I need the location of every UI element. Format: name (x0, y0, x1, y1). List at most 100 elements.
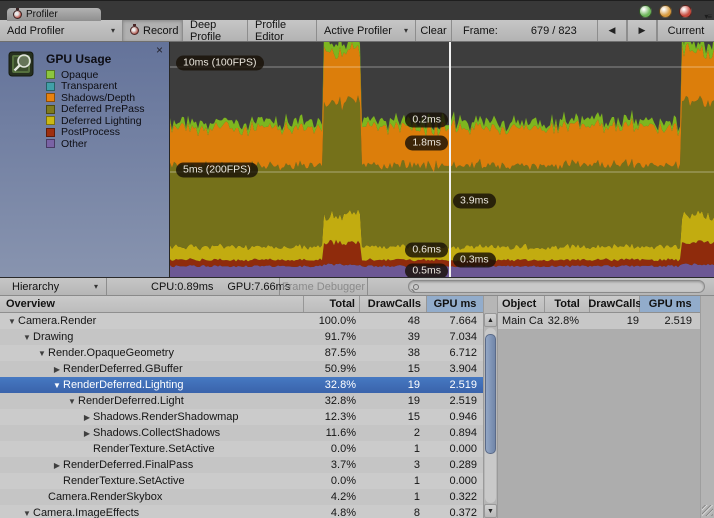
table-row[interactable]: RenderTexture.SetActive0.0%10.000 (0, 473, 483, 489)
row-drawcalls: 3 (360, 459, 427, 471)
row-drawcalls: 2 (360, 427, 427, 439)
object-row[interactable]: Main Ca32.8%192.519 (498, 313, 700, 329)
row-drawcalls: 1 (360, 491, 427, 503)
red-dot[interactable] (679, 5, 692, 18)
row-gpums: 2.519 (427, 395, 483, 407)
active-profiler-dropdown[interactable]: Active Profiler ▾ (317, 20, 416, 41)
clear-button[interactable]: Clear (416, 20, 452, 41)
hierarchy-mode-dropdown[interactable]: Hierarchy ▾ (0, 278, 107, 295)
row-gpums: 6.712 (427, 347, 483, 359)
scrollbar-thumb[interactable] (485, 334, 496, 454)
scroll-down-icon[interactable]: ▼ (484, 504, 497, 518)
expand-arrow-icon[interactable]: ▼ (21, 509, 33, 518)
profiler-window: Profiler ▾≡ Add Profiler ▾ Record Deep P… (0, 0, 714, 518)
column-header-object[interactable]: Object (498, 296, 545, 312)
table-row[interactable]: ▼RenderDeferred.Light32.8%192.519 (0, 393, 483, 409)
overview-table-header: Overview Total DrawCalls GPU ms (0, 296, 483, 313)
expand-arrow-icon[interactable]: ▶ (51, 461, 63, 470)
cpu-time: CPU:0.89ms (151, 281, 213, 293)
orange-dot[interactable] (659, 5, 672, 18)
legend-label: Other (61, 138, 87, 150)
window-menu-icon[interactable]: ▾≡ (704, 12, 711, 21)
row-drawcalls: 19 (360, 379, 427, 391)
legend-swatch[interactable] (46, 105, 55, 114)
frame-debugger-button[interactable]: Frame Debugger (280, 278, 368, 295)
object-drawcalls: 19 (591, 315, 641, 327)
legend-item[interactable]: Deferred PrePass (46, 104, 144, 116)
table-row[interactable]: ▶Shadows.CollectShadows11.6%20.894 (0, 425, 483, 441)
row-gpums: 0.000 (427, 475, 483, 487)
column-header-overview[interactable]: Overview (0, 296, 304, 312)
vertical-scrollbar[interactable]: ▲ ▼ (483, 296, 497, 518)
legend-label: Deferred Lighting (61, 115, 142, 127)
expand-arrow-icon[interactable]: ▼ (21, 333, 33, 342)
table-row[interactable]: ▼Camera.Render100.0%487.664 (0, 313, 483, 329)
table-row[interactable]: ▼Render.OpaqueGeometry87.5%386.712 (0, 345, 483, 361)
deep-profile-button[interactable]: Deep Profile (183, 20, 248, 41)
expand-arrow-icon[interactable]: ▼ (36, 349, 48, 358)
column-header-gpums[interactable]: GPU ms (427, 296, 483, 312)
row-drawcalls: 19 (360, 395, 427, 407)
object-name: Main Ca (498, 315, 545, 327)
record-button[interactable]: Record (123, 20, 183, 41)
column-header-drawcalls[interactable]: DrawCalls (590, 296, 640, 312)
arrow-right-icon: ▶ (639, 25, 646, 36)
expand-arrow-icon[interactable]: ▶ (51, 365, 63, 374)
row-name: RenderDeferred.Light (78, 395, 304, 407)
resize-grip[interactable] (702, 505, 713, 516)
expand-arrow-icon[interactable]: ▼ (66, 397, 78, 406)
record-icon (130, 26, 139, 35)
row-name: RenderDeferred.FinalPass (63, 459, 304, 471)
prev-frame-button[interactable]: ◀ (597, 20, 627, 41)
tab-profiler[interactable]: Profiler (7, 8, 101, 21)
legend-item[interactable]: Other (46, 138, 144, 150)
chevron-down-icon: ▾ (111, 26, 115, 35)
column-header-drawcalls[interactable]: DrawCalls (360, 296, 427, 312)
hierarchy-toolbar: Hierarchy ▾ CPU:0.89ms GPU:7.66ms Frame … (0, 277, 714, 296)
row-name: Shadows.CollectShadows (93, 427, 304, 439)
close-icon[interactable]: × (156, 44, 163, 56)
expand-arrow-icon[interactable]: ▼ (6, 317, 18, 326)
legend-item[interactable]: Opaque (46, 69, 144, 81)
legend-swatch[interactable] (46, 93, 55, 102)
scrollbar-track[interactable] (485, 328, 496, 503)
legend-item[interactable]: Transparent (46, 81, 144, 93)
profile-editor-button[interactable]: Profile Editor (248, 20, 317, 41)
table-row[interactable]: ▶RenderDeferred.FinalPass3.7%30.289 (0, 457, 483, 473)
table-row[interactable]: ▼Drawing91.7%397.034 (0, 329, 483, 345)
add-profiler-dropdown[interactable]: Add Profiler ▾ (0, 20, 123, 41)
expand-arrow-icon[interactable]: ▼ (51, 381, 63, 390)
table-row[interactable]: ▼Camera.ImageEffects4.8%80.372 (0, 505, 483, 518)
frame-label: Frame: (463, 25, 498, 37)
current-frame-button[interactable]: Current (657, 20, 714, 41)
table-row[interactable]: ▶RenderDeferred.GBuffer50.9%153.904 (0, 361, 483, 377)
legend-swatch[interactable] (46, 128, 55, 137)
green-dot[interactable] (639, 5, 652, 18)
object-table-header: Object Total DrawCalls GPU ms (498, 296, 700, 313)
legend-swatch[interactable] (46, 116, 55, 125)
legend-swatch[interactable] (46, 82, 55, 91)
legend-swatch[interactable] (46, 70, 55, 79)
expand-arrow-icon[interactable]: ▶ (81, 429, 93, 438)
table-row[interactable]: RenderTexture.SetActive0.0%10.000 (0, 441, 483, 457)
column-header-total[interactable]: Total (545, 296, 591, 312)
next-frame-button[interactable]: ▶ (627, 20, 657, 41)
column-header-total[interactable]: Total (304, 296, 360, 312)
table-row[interactable]: ▶Shadows.RenderShadowmap12.3%150.946 (0, 409, 483, 425)
legend-swatch[interactable] (46, 139, 55, 148)
gpu-usage-chart[interactable]: 10ms (100FPS)5ms (200FPS)0.2ms1.8ms3.9ms… (170, 42, 714, 277)
search-input[interactable] (408, 280, 705, 293)
gpu-usage-panel[interactable]: × GPU Usage OpaqueTransparentShadows/Dep… (0, 42, 170, 277)
legend-item[interactable]: Deferred Lighting (46, 115, 144, 127)
gpu-module-icon (8, 50, 36, 78)
frame-counter: Frame: 679 / 823 (452, 20, 597, 41)
object-table: Object Total DrawCalls GPU ms Main Ca32.… (497, 296, 700, 518)
table-row[interactable]: Camera.RenderSkybox4.2%10.322 (0, 489, 483, 505)
table-row[interactable]: ▼RenderDeferred.Lighting32.8%192.519 (0, 377, 483, 393)
scroll-up-icon[interactable]: ▲ (484, 313, 497, 327)
main-area: × GPU Usage OpaqueTransparentShadows/Dep… (0, 42, 714, 277)
column-header-gpums[interactable]: GPU ms (640, 296, 700, 312)
legend-item[interactable]: Shadows/Depth (46, 92, 144, 104)
expand-arrow-icon[interactable]: ▶ (81, 413, 93, 422)
legend-item[interactable]: PostProcess (46, 127, 144, 139)
